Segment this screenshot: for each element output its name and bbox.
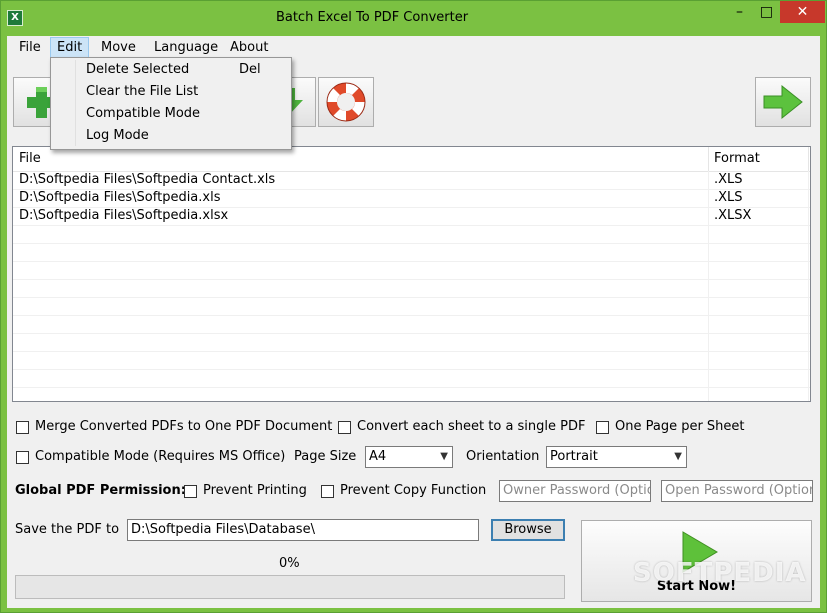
compatible-mode-label[interactable]: Compatible Mode (Requires MS Office): [35, 449, 285, 464]
empty-row: [13, 333, 810, 352]
empty-row: [13, 279, 810, 298]
chevron-down-icon: ▼: [674, 451, 682, 462]
column-header-file[interactable]: File: [13, 147, 41, 171]
column-header-format[interactable]: Format: [708, 147, 760, 171]
help-lifebuoy-icon: [326, 82, 366, 122]
file-list[interactable]: File Format D:\Softpedia Files\Softpedia…: [12, 146, 811, 402]
orientation-value: Portrait: [550, 449, 598, 464]
minimize-button[interactable]: –: [726, 1, 753, 23]
next-button[interactable]: [755, 77, 811, 127]
save-path-label: Save the PDF to: [15, 522, 120, 537]
column-separator[interactable]: [808, 147, 809, 171]
one-page-per-sheet-checkbox[interactable]: [596, 421, 609, 434]
app-window: X Batch Excel To PDF Converter – □ ✕ Fil…: [0, 0, 827, 613]
browse-button[interactable]: Browse: [491, 519, 565, 541]
empty-row: [13, 261, 810, 280]
menu-gutter: [75, 60, 76, 146]
empty-row: [13, 315, 810, 334]
prevent-copy-label[interactable]: Prevent Copy Function: [340, 483, 486, 498]
help-button[interactable]: [318, 77, 374, 127]
prevent-printing-checkbox[interactable]: [184, 485, 197, 498]
chevron-down-icon: ▼: [440, 451, 448, 462]
permission-label: Global PDF Permission:: [15, 483, 186, 498]
next-arrow-icon: [763, 84, 803, 120]
file-path-cell: D:\Softpedia Files\Softpedia.xlsx: [19, 208, 229, 223]
menu-item-delete-selected[interactable]: Delete Selected: [86, 59, 189, 81]
menu-shortcut-del: Del: [239, 62, 261, 77]
window-title: Batch Excel To PDF Converter: [275, 10, 469, 25]
orientation-label: Orientation: [466, 449, 540, 464]
empty-row: [13, 297, 810, 316]
empty-row: [13, 351, 810, 370]
maximize-button[interactable]: □: [753, 1, 780, 23]
file-path-cell: D:\Softpedia Files\Softpedia Contact.xls: [19, 172, 276, 187]
file-path-cell: D:\Softpedia Files\Softpedia.xls: [19, 190, 221, 205]
format-cell: .XLS: [714, 190, 743, 205]
orientation-select[interactable]: Portrait ▼: [546, 446, 687, 468]
menu-item-log-mode[interactable]: Log Mode: [86, 125, 149, 147]
menu-edit[interactable]: Edit: [50, 37, 90, 58]
format-cell: .XLSX: [714, 208, 752, 223]
each-sheet-checkbox[interactable]: [338, 421, 351, 434]
edit-menu-dropdown: Delete Selected Del Clear the File List …: [50, 57, 292, 150]
compatible-mode-checkbox[interactable]: [16, 451, 29, 464]
menu-language[interactable]: Language: [148, 38, 224, 57]
table-row[interactable]: D:\Softpedia Files\Softpedia Contact.xls…: [13, 171, 810, 190]
menu-move[interactable]: Move: [95, 38, 142, 57]
menu-bar: File Edit Move Language About: [7, 36, 820, 58]
menu-item-compatible-mode[interactable]: Compatible Mode: [86, 103, 200, 125]
menu-file[interactable]: File: [13, 38, 47, 57]
page-size-value: A4: [369, 449, 387, 464]
save-path-input[interactable]: D:\Softpedia Files\Database\: [127, 519, 479, 541]
client-area: File Edit Move Language About Delete Sel…: [7, 36, 820, 608]
empty-row: [13, 243, 810, 262]
owner-password-field[interactable]: Owner Password (Optio: [499, 480, 651, 502]
softpedia-watermark: SOFTPEDIA: [633, 558, 807, 588]
table-row[interactable]: D:\Softpedia Files\Softpedia.xls .XLS: [13, 189, 810, 208]
page-size-label: Page Size: [294, 449, 357, 464]
one-page-per-sheet-label[interactable]: One Page per Sheet: [615, 419, 745, 434]
progress-percent: 0%: [279, 556, 300, 571]
table-row[interactable]: D:\Softpedia Files\Softpedia.xlsx .XLSX: [13, 207, 810, 226]
format-cell: .XLS: [714, 172, 743, 187]
prevent-copy-checkbox[interactable]: [321, 485, 334, 498]
each-sheet-label[interactable]: Convert each sheet to a single PDF: [357, 419, 585, 434]
prevent-printing-label[interactable]: Prevent Printing: [203, 483, 307, 498]
page-size-select[interactable]: A4 ▼: [365, 446, 453, 468]
file-list-header: File Format: [13, 147, 810, 172]
close-button[interactable]: ✕: [780, 1, 825, 23]
empty-row: [13, 225, 810, 244]
menu-item-clear-file-list[interactable]: Clear the File List: [86, 81, 198, 103]
empty-row: [13, 369, 810, 388]
merge-pdfs-label[interactable]: Merge Converted PDFs to One PDF Document: [35, 419, 332, 434]
title-bar[interactable]: X Batch Excel To PDF Converter – □ ✕: [1, 1, 826, 36]
merge-pdfs-checkbox[interactable]: [16, 421, 29, 434]
open-password-field[interactable]: Open Password (Optior: [661, 480, 813, 502]
menu-about[interactable]: About: [224, 38, 274, 57]
progress-bar: [15, 575, 565, 599]
